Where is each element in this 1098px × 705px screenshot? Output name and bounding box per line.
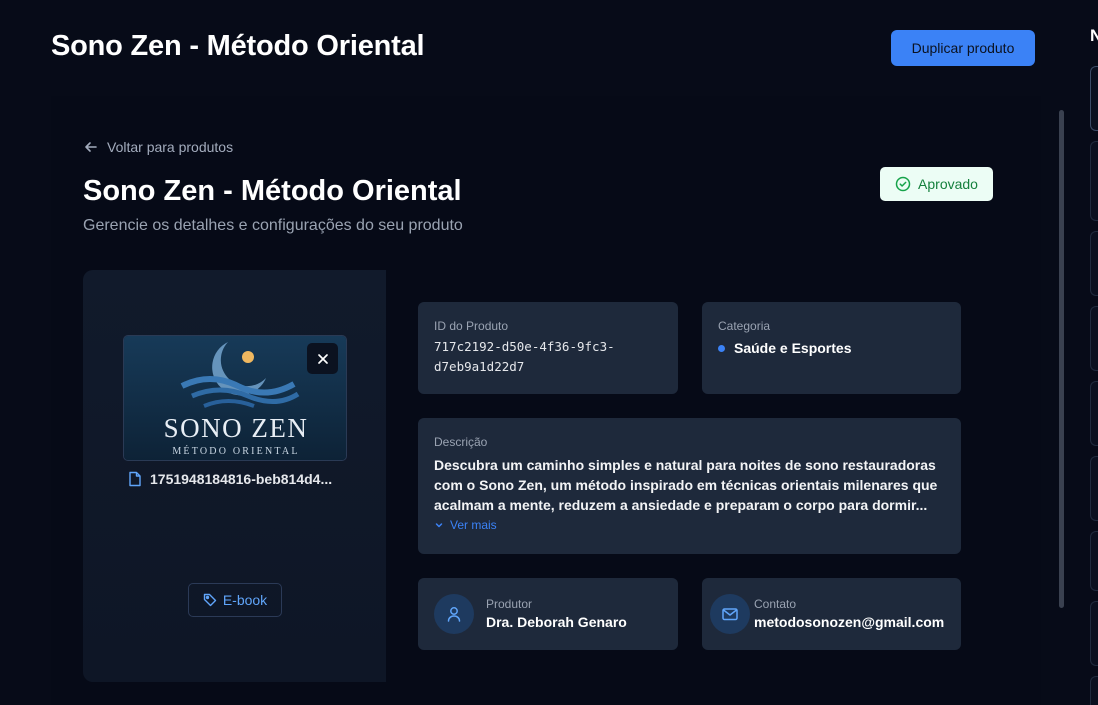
- contact-label: Contato: [754, 597, 797, 611]
- rail-card[interactable]: [1090, 456, 1098, 521]
- avatar: [434, 594, 474, 634]
- file-icon: [129, 471, 141, 487]
- rail-card[interactable]: [1090, 231, 1098, 296]
- contact-value[interactable]: metodosonozen@gmail.com: [754, 614, 944, 630]
- see-more-button[interactable]: Ver mais: [434, 518, 497, 532]
- arrow-left-icon: [85, 142, 97, 152]
- right-rail: [1090, 66, 1098, 705]
- page-header-title: Sono Zen - Método Oriental: [51, 30, 425, 62]
- check-circle-icon: [895, 176, 911, 192]
- remove-image-button[interactable]: [307, 343, 338, 374]
- duplicate-product-button[interactable]: Duplicar produto: [891, 30, 1035, 66]
- contact-icon-circle: [710, 594, 750, 634]
- close-icon: [317, 353, 328, 364]
- product-subtitle: Gerencie os detalhes e configurações do …: [83, 217, 463, 234]
- producer-card: Produtor Dra. Deborah Genaro: [418, 578, 678, 650]
- description-text: Descubra um caminho simples e natural pa…: [434, 457, 938, 513]
- rail-card[interactable]: [1090, 676, 1098, 705]
- see-more-label: Ver mais: [450, 518, 497, 532]
- rail-card[interactable]: [1090, 66, 1098, 131]
- status-badge: Aprovado: [880, 167, 993, 201]
- producer-value: Dra. Deborah Genaro: [486, 614, 627, 630]
- rail-card[interactable]: [1090, 141, 1098, 221]
- category-dot-icon: [718, 345, 725, 352]
- product-id-value-line1: 717c2192-d50e-4f36-9fc3-: [434, 339, 615, 354]
- producer-label: Produtor: [486, 597, 533, 611]
- right-panel-heading: N: [1090, 26, 1098, 45]
- user-icon: [447, 607, 461, 622]
- status-label: Aprovado: [918, 176, 978, 192]
- product-id-card: ID do Produto 717c2192-d50e-4f36-9fc3- d…: [418, 302, 678, 394]
- tag-label: E-book: [222, 592, 268, 608]
- category-value: Saúde e Esportes: [734, 340, 852, 356]
- rail-card[interactable]: [1090, 601, 1098, 666]
- thumbnail-title-text: SONO ZEN: [164, 413, 309, 443]
- back-to-products-link[interactable]: Voltar para produtos: [84, 139, 233, 155]
- mail-icon: [722, 608, 738, 621]
- rail-card[interactable]: [1090, 306, 1098, 371]
- tag-icon: [203, 593, 217, 607]
- chevron-down-icon: [435, 523, 443, 528]
- product-id-label: ID do Produto: [434, 319, 509, 333]
- category-label: Categoria: [718, 319, 771, 333]
- file-name: 1751948184816-beb814d4...: [150, 471, 333, 487]
- category-card: Categoria Saúde e Esportes: [702, 302, 961, 394]
- back-link-label: Voltar para produtos: [107, 139, 234, 155]
- rail-card[interactable]: [1090, 381, 1098, 446]
- file-name-row: 1751948184816-beb814d4...: [128, 471, 332, 487]
- product-type-tag[interactable]: E-book: [188, 583, 282, 617]
- description-card: Descrição Descubra um caminho simples e …: [418, 418, 961, 554]
- description-label: Descrição: [434, 435, 488, 449]
- rail-card[interactable]: [1090, 531, 1098, 591]
- product-title: Sono Zen - Método Oriental: [83, 175, 462, 207]
- thumbnail-subtitle-text: MÉTODO ORIENTAL: [172, 445, 299, 457]
- product-id-value-line2: d7eb9a1d22d7: [434, 359, 525, 374]
- contact-card: Contato metodosonozen@gmail.com: [702, 578, 961, 650]
- scrollbar[interactable]: [1059, 110, 1064, 608]
